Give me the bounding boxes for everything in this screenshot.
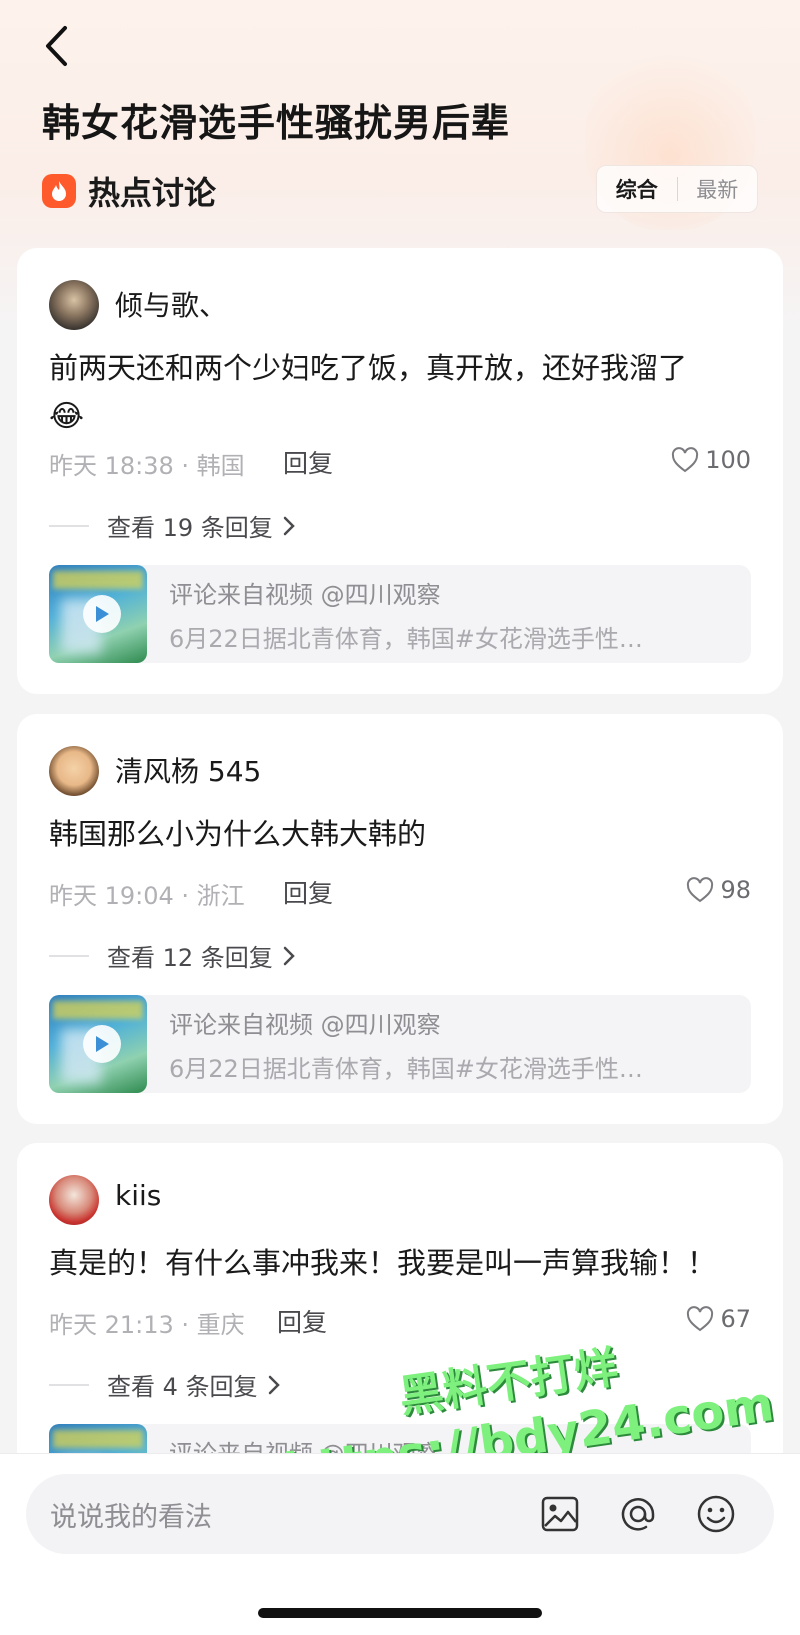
video-thumbnail (49, 995, 147, 1093)
divider-line (49, 954, 89, 957)
play-icon (83, 595, 121, 633)
comment-input-bar: 说说我的看法 (0, 1453, 800, 1635)
emoji-icon[interactable] (694, 1492, 738, 1536)
like-button[interactable]: 67 (686, 1305, 751, 1333)
divider-line (49, 524, 89, 527)
comment-text: 真是的！有什么事冲我来！我要是叫一声算我输！！ (49, 1246, 717, 1280)
like-count: 98 (720, 876, 751, 904)
comment-meta: 昨天 21:13 · 重庆 (49, 1311, 245, 1339)
at-mention-icon[interactable] (616, 1492, 660, 1536)
sort-option-comprehensive[interactable]: 综合 (597, 174, 677, 204)
view-replies-label: 查看 19 条回复 (107, 514, 273, 542)
chevron-right-icon (283, 946, 295, 965)
reply-button[interactable]: 回复 (283, 444, 333, 480)
comment-card: 倾与歌、 前两天还和两个少妇吃了饭，真开放，还好我溜了 😂 昨天 18:38 ·… (17, 248, 783, 694)
avatar[interactable] (49, 280, 99, 330)
source-description: 6月22日据北青体育，韩国#女花滑选手性… (169, 625, 643, 653)
username[interactable]: kiis (115, 1179, 161, 1212)
reply-button[interactable]: 回复 (277, 1303, 327, 1339)
view-replies-link[interactable]: 查看 4 条回复 (49, 1367, 280, 1402)
view-replies-label: 查看 4 条回复 (107, 1373, 258, 1401)
comment-meta: 昨天 18:38 · 韩国 (49, 452, 245, 480)
section-label: 热点讨论 (88, 174, 217, 212)
view-replies-link[interactable]: 查看 19 条回复 (49, 508, 295, 543)
source-video-card[interactable]: 评论来自视频 @四川观察 6月22日据北青体育，韩国#女花滑选手性… (49, 995, 751, 1093)
home-indicator (258, 1608, 542, 1618)
view-replies-link[interactable]: 查看 12 条回复 (49, 938, 295, 973)
divider-line (49, 1383, 89, 1386)
chevron-right-icon (283, 516, 295, 535)
comment-text: 韩国那么小为什么大韩大韩的 (49, 817, 427, 851)
view-replies-label: 查看 12 条回复 (107, 944, 273, 972)
like-count: 100 (705, 446, 751, 474)
avatar[interactable] (49, 1175, 99, 1225)
hot-discussion-header: 热点讨论 (42, 168, 216, 214)
source-description: 6月22日据北青体育，韩国#女花滑选手性… (169, 1055, 643, 1083)
like-button[interactable]: 98 (686, 876, 751, 904)
flame-icon (42, 174, 76, 208)
like-button[interactable]: 100 (671, 446, 751, 474)
username[interactable]: 倾与歌、 (115, 284, 227, 324)
username[interactable]: 清风杨 545 (115, 750, 261, 790)
reply-button[interactable]: 回复 (283, 874, 333, 910)
video-thumbnail (49, 565, 147, 663)
back-button[interactable] (36, 22, 76, 70)
play-icon (83, 1025, 121, 1063)
source-title: 评论来自视频 @四川观察 (169, 1011, 441, 1039)
sort-option-latest[interactable]: 最新 (678, 174, 758, 204)
comment-card: 清风杨 545 韩国那么小为什么大韩大韩的 昨天 19:04 · 浙江 回复 9… (17, 714, 783, 1124)
like-count: 67 (720, 1305, 751, 1333)
comment-body: 前两天还和两个少妇吃了饭，真开放，还好我溜了 (49, 351, 688, 385)
heart-icon (672, 447, 699, 473)
avatar[interactable] (49, 746, 99, 796)
image-icon[interactable] (538, 1492, 582, 1536)
emoji-icon: 😂 (49, 399, 85, 434)
chevron-right-icon (268, 1375, 280, 1394)
source-title: 评论来自视频 @四川观察 (169, 581, 441, 609)
input-placeholder: 说说我的看法 (50, 1501, 212, 1533)
chevron-left-icon (46, 26, 67, 66)
comment-text: 前两天还和两个少妇吃了饭，真开放，还好我溜了 😂 (49, 344, 749, 441)
comment-meta: 昨天 19:04 · 浙江 (49, 882, 245, 910)
heart-icon (687, 1306, 714, 1332)
page-title: 韩女花滑选手性骚扰男后辈 (42, 101, 511, 145)
comment-input[interactable]: 说说我的看法 (26, 1474, 774, 1554)
source-video-card[interactable]: 评论来自视频 @四川观察 6月22日据北青体育，韩国#女花滑选手性… (49, 565, 751, 663)
heart-icon (687, 877, 714, 903)
sort-toggle: 综合 最新 (596, 165, 758, 213)
